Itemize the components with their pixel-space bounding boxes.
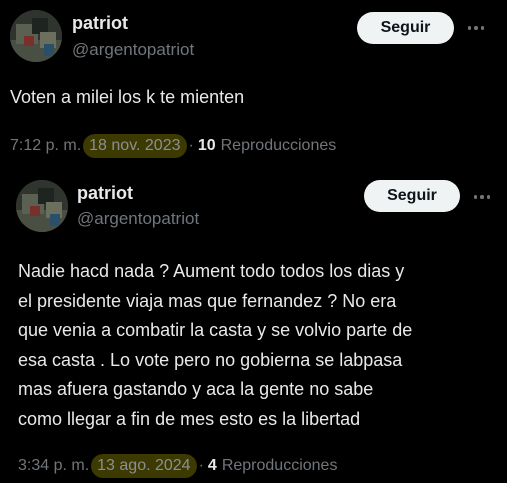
post-text-line: que venia a combatir la casta y se volvi… [18, 320, 413, 340]
views-label: Reproducciones [220, 137, 337, 154]
meta-separator: · [198, 457, 204, 474]
post-meta: 7:12 p. m. 18 nov. 2023 · 10 Reproduccio… [10, 134, 336, 158]
follow-button[interactable]: Seguir [357, 12, 454, 44]
author-handle[interactable]: @argentopatriot [72, 40, 194, 60]
avatar-image [10, 10, 62, 62]
post-date[interactable]: 18 nov. 2023 [83, 134, 187, 158]
meta-separator: · [188, 137, 194, 154]
post-text-line: esa casta . Lo vote pero no gobierna se … [18, 349, 403, 370]
avatar[interactable] [16, 180, 68, 232]
author-name[interactable]: patriot [77, 183, 133, 204]
post-text-line: como llegar a fin de mes esto es la libe… [18, 408, 361, 429]
avatar-image [16, 180, 68, 232]
post-time[interactable]: 3:34 p. m. [18, 457, 89, 475]
post-text-line: Nadie hacd nada ? Aument todo todos los … [18, 261, 405, 281]
views-label: Reproducciones [221, 457, 338, 474]
post-date[interactable]: 13 ago. 2024 [91, 454, 197, 478]
post-text-line: mas afuera gastando y aca la gente no sa… [18, 379, 374, 399]
author-name[interactable]: patriot [72, 13, 128, 34]
views-count: 10 [197, 137, 216, 154]
author-handle[interactable]: @argentopatriot [77, 209, 199, 229]
post-text-line: el presidente viaja mas que fernandez ? … [18, 290, 397, 311]
follow-button[interactable]: Seguir [364, 180, 460, 212]
avatar[interactable] [10, 10, 62, 62]
post-text: Nadie hacd nada ? Aument todo todos los … [18, 257, 503, 434]
more-options-icon[interactable] [471, 186, 493, 208]
post-text: Voten a milei los k te mienten [10, 87, 245, 107]
post-meta: 3:34 p. m. 13 ago. 2024 · 4 Reproduccion… [18, 454, 337, 478]
more-options-icon[interactable] [465, 17, 487, 39]
post-time[interactable]: 7:12 p. m. [10, 137, 81, 155]
views-count: 4 [207, 457, 217, 474]
